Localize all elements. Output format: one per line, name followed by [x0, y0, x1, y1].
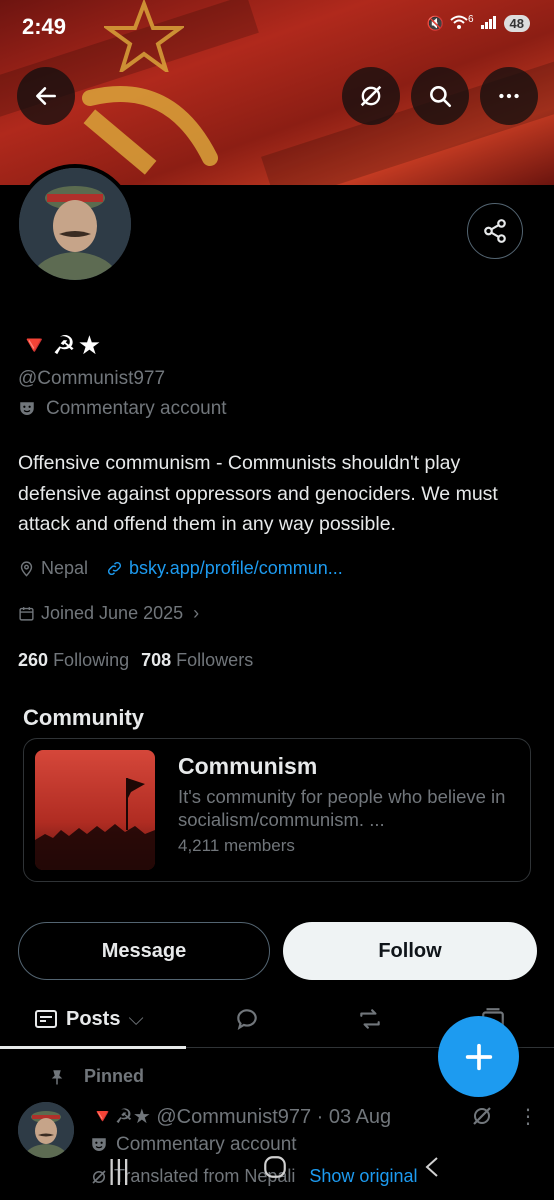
post-avatar[interactable]	[18, 1102, 74, 1158]
translation-row: Translated from Nepali Show original	[90, 1166, 417, 1187]
display-name: 🔻 ☭ ★	[18, 330, 101, 361]
avatar-portrait	[19, 168, 131, 280]
back-button[interactable]	[17, 67, 75, 125]
share-button[interactable]	[467, 203, 523, 259]
share-icon	[484, 219, 506, 243]
back-nav-icon[interactable]	[422, 1154, 442, 1187]
theater-mask-icon	[20, 402, 34, 415]
community-section-title: Community	[23, 705, 144, 730]
more-horizontal-icon	[499, 93, 519, 99]
followers-label: Followers	[176, 650, 254, 670]
posts-icon	[35, 1010, 57, 1028]
reply-icon	[237, 1009, 257, 1031]
account-label[interactable]: Commentary account	[18, 398, 227, 420]
active-tab-indicator	[0, 1046, 186, 1049]
grok-small-icon	[92, 1169, 106, 1184]
profile-link[interactable]: bsky.app/profile/commun...	[129, 558, 343, 579]
chevron-down-icon: ⌵	[128, 1007, 144, 1030]
account-label-text: Commentary account	[46, 398, 227, 419]
show-original-link[interactable]: Show original	[309, 1166, 417, 1187]
following-count: 260	[18, 650, 49, 670]
message-button[interactable]: Message	[18, 922, 270, 980]
community-description: It's community for people who believe in…	[178, 786, 506, 830]
battery-indicator: 48	[503, 15, 530, 32]
community-name: Communism	[178, 753, 318, 779]
tab-posts-label: Posts	[66, 1007, 121, 1030]
follow-button[interactable]: Follow	[283, 922, 537, 980]
community-image	[35, 750, 155, 870]
pinned-label: Pinned	[84, 1066, 145, 1086]
mute-icon: 🔇	[426, 15, 444, 31]
location-pin-icon	[20, 561, 33, 577]
signal-label: 6	[467, 14, 474, 25]
tab-replies[interactable]	[234, 990, 260, 1048]
post-more-icon[interactable]: ⋮	[518, 1104, 538, 1129]
plus-icon	[465, 1043, 492, 1070]
joined-row[interactable]: Joined June 2025 ›	[18, 603, 199, 624]
following-label: Following	[53, 650, 130, 670]
status-time: 2:49	[22, 14, 67, 39]
location-text: Nepal	[41, 558, 89, 578]
post-header-text: 🔻☭★ @Communist977 · 03 Aug	[90, 1106, 392, 1128]
post-grok-button[interactable]	[470, 1104, 494, 1133]
community-members: 4,211 members	[178, 836, 295, 855]
link-icon	[108, 561, 122, 576]
profile-handle: @Communist977	[18, 368, 166, 389]
chevron-right-icon: ›	[193, 603, 200, 623]
status-icons: 🔇 6 48	[426, 14, 530, 32]
status-bar: 2:49 🔇 6 48	[0, 0, 554, 56]
repost-icon	[360, 1009, 380, 1029]
wifi-icon	[450, 15, 468, 32]
followers-link[interactable]: 708 Followers	[141, 650, 253, 671]
pinned-indicator: Pinned	[48, 1066, 144, 1087]
post-header[interactable]: 🔻☭★ @Communist977 · 03 Aug	[90, 1104, 391, 1129]
post-avatar-portrait	[18, 1102, 74, 1158]
calendar-icon	[19, 607, 34, 621]
more-options-button[interactable]	[480, 67, 538, 125]
hammer-sickle-emoji: ☭	[52, 330, 76, 360]
tab-posts[interactable]: Posts ⌵	[34, 990, 144, 1048]
star-emoji: ★	[77, 330, 101, 360]
arrow-left-icon	[36, 87, 56, 105]
profile-bio: Offensive communism - Communists shouldn…	[18, 452, 498, 535]
search-icon	[430, 86, 452, 108]
theater-mask-icon	[92, 1138, 106, 1151]
community-card[interactable]: Communism It's community for people who …	[23, 738, 531, 882]
following-link[interactable]: 260 Following	[18, 650, 129, 671]
profile-meta-row: Nepal bsky.app/profile/commun...	[18, 558, 343, 579]
profile-avatar[interactable]	[15, 164, 135, 284]
post-account-label-text: Commentary account	[116, 1134, 297, 1155]
followers-count: 708	[141, 650, 172, 670]
joined-text: Joined June 2025	[41, 603, 184, 623]
translated-label: Translated from Nepali	[114, 1166, 296, 1186]
grok-icon	[360, 85, 382, 107]
post-account-label: Commentary account	[90, 1134, 297, 1156]
signal-icon	[480, 15, 498, 32]
search-button[interactable]	[411, 67, 469, 125]
pin-icon	[51, 1069, 63, 1084]
red-triangle-emoji: 🔻	[18, 330, 51, 360]
grok-button[interactable]	[342, 67, 400, 125]
tab-reposts[interactable]	[356, 990, 384, 1048]
follow-counts: 260 Following 708 Followers	[18, 650, 253, 671]
compose-button[interactable]	[438, 1016, 519, 1097]
grok-icon	[473, 1107, 491, 1125]
